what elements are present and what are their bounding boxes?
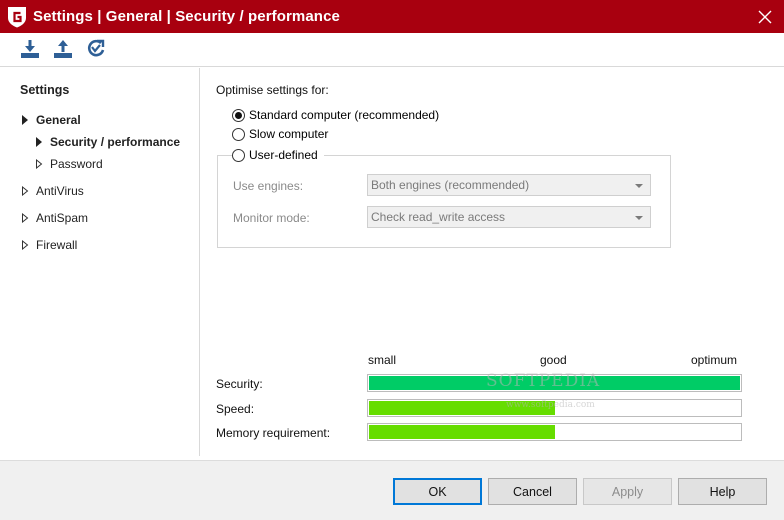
engines-value: Both engines (recommended) — [371, 178, 530, 192]
sidebar-item-security-performance[interactable]: Security / performance — [34, 135, 180, 149]
arrow-icon — [20, 186, 30, 196]
chevron-down-icon — [635, 216, 643, 220]
cancel-button[interactable]: Cancel — [488, 478, 577, 505]
sidebar-item-label: AntiVirus — [36, 184, 84, 198]
arrow-icon — [20, 213, 30, 223]
speed-label: Speed: — [216, 402, 255, 416]
radio-circle — [232, 127, 245, 141]
sidebar-item-label: Password — [50, 157, 103, 171]
sidebar-item-label: General — [36, 113, 81, 127]
sidebar-heading: Settings — [20, 83, 70, 97]
restore-defaults-icon[interactable] — [84, 37, 108, 61]
radio-dot — [235, 111, 242, 119]
sidebar-item-antispam[interactable]: AntiSpam — [20, 211, 88, 225]
engines-label: Use engines: — [233, 179, 304, 193]
memory-fill — [369, 425, 555, 439]
arrow-icon — [34, 159, 44, 169]
sidebar-item-label: Security / performance — [50, 135, 181, 149]
settings-sidebar: Settings General Security / performance … — [0, 68, 200, 456]
monitor-value: Check read_write access — [371, 210, 506, 224]
apply-button[interactable]: Apply — [583, 478, 672, 505]
radio-label: Standard computer (recommended) — [249, 108, 440, 122]
upload-icon[interactable] — [51, 37, 75, 61]
radio-standard-computer[interactable]: Standard computer (recommended) — [232, 108, 439, 122]
sidebar-item-label: AntiSpam — [36, 211, 89, 225]
toolbar — [0, 33, 784, 67]
sidebar-item-firewall[interactable]: Firewall — [20, 238, 77, 252]
window-title: Settings | General | Security / performa… — [33, 8, 340, 25]
radio-user-defined[interactable]: User-defined — [232, 148, 324, 162]
arrow-icon — [20, 240, 30, 250]
expanded-arrow-icon — [20, 115, 30, 125]
watermark: SOFTPEDIA — [486, 371, 601, 391]
sidebar-item-label: Firewall — [36, 238, 78, 252]
arrow-icon — [34, 137, 44, 147]
radio-circle — [232, 148, 245, 162]
ok-button[interactable]: OK — [393, 478, 482, 505]
monitor-select[interactable]: Check read_write access — [367, 206, 651, 228]
optimise-label: Optimise settings for: — [216, 83, 329, 97]
title-bar: Settings | General | Security / performa… — [0, 0, 784, 33]
scale-low-label: small — [368, 353, 397, 367]
main-panel: Optimise settings for: Standard computer… — [201, 68, 784, 456]
radio-slow-computer[interactable]: Slow computer — [232, 127, 328, 141]
user-defined-group — [217, 155, 671, 248]
scale-mid-label: good — [540, 353, 567, 367]
help-button[interactable]: Help — [678, 478, 767, 505]
radio-circle — [232, 108, 245, 122]
sidebar-item-antivirus[interactable]: AntiVirus — [20, 184, 84, 198]
download-icon[interactable] — [18, 37, 42, 61]
memory-bar — [367, 423, 742, 441]
monitor-label: Monitor mode: — [233, 211, 310, 225]
watermark-url: www.softpedia.com — [506, 400, 595, 410]
memory-label: Memory requirement: — [216, 426, 331, 440]
close-icon[interactable] — [752, 4, 778, 30]
chevron-down-icon — [635, 184, 643, 188]
engines-select[interactable]: Both engines (recommended) — [367, 174, 651, 196]
sidebar-item-password[interactable]: Password — [34, 157, 103, 171]
scale-high-label: optimum — [691, 353, 738, 367]
security-label: Security: — [216, 377, 263, 391]
sidebar-item-general[interactable]: General — [20, 113, 81, 127]
dialog-footer: OK Cancel Apply Help — [0, 460, 784, 520]
radio-label: User-defined — [249, 148, 318, 162]
radio-label: Slow computer — [249, 127, 329, 141]
gdata-logo-icon — [7, 6, 27, 28]
